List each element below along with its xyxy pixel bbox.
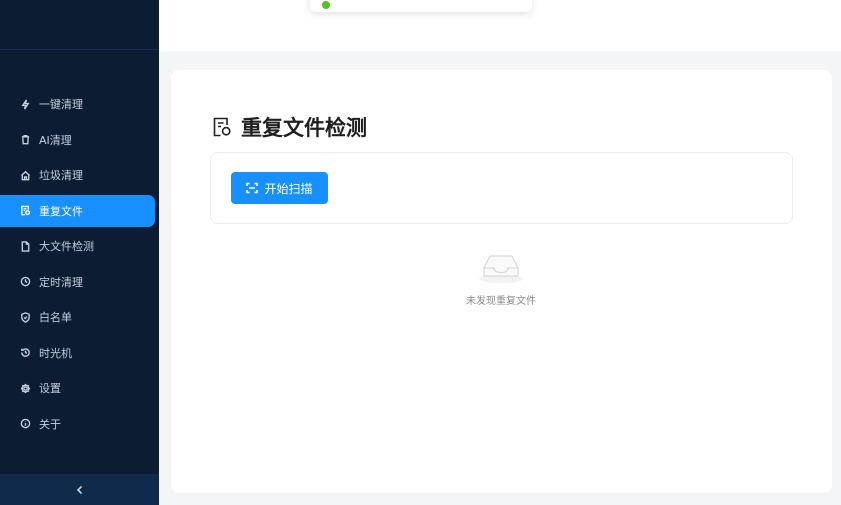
sidebar-item-one-click-clean[interactable]: 一键清理 (0, 88, 155, 120)
sidebar-item-about[interactable]: 关于 (0, 408, 155, 440)
file-icon (19, 240, 31, 252)
sidebar-item-time-machine[interactable]: 时光机 (0, 337, 155, 369)
shield-icon (19, 311, 31, 323)
sidebar: 一键清理 AI清理 垃圾清理 重复文件 大文件检测 定时清理 白名单 时光机 设… (0, 0, 159, 505)
info-icon (19, 418, 31, 430)
trash-icon (19, 134, 31, 146)
scan-icon (246, 182, 259, 194)
status-popover (310, 0, 532, 12)
lightning-icon (19, 98, 31, 110)
empty-state-text: 未发现重复文件 (466, 296, 536, 307)
chevron-left-icon (75, 485, 85, 495)
sidebar-item-whitelist[interactable]: 白名单 (0, 301, 155, 333)
sidebar-item-label: 重复文件 (39, 204, 83, 218)
sidebar-item-label: 设置 (39, 382, 61, 395)
empty-inbox-icon (476, 246, 526, 286)
gear-icon (19, 382, 31, 394)
sidebar-item-duplicate-files[interactable]: 重复文件 (0, 194, 155, 227)
page-title: 重复文件检测 (241, 116, 367, 140)
sidebar-item-label: 时光机 (39, 346, 72, 360)
sidebar-item-settings[interactable]: 设置 (0, 372, 155, 404)
sidebar-nav: 一键清理 AI清理 垃圾清理 重复文件 大文件检测 定时清理 白名单 时光机 设… (0, 88, 159, 443)
sidebar-item-label: 大文件检测 (39, 240, 94, 253)
sidebar-item-ai-clean[interactable]: AI清理 (0, 124, 155, 156)
duplicate-file-icon (211, 116, 233, 138)
sidebar-item-scheduled-clean[interactable]: 定时清理 (0, 266, 155, 298)
sidebar-collapse-button[interactable] (0, 474, 159, 505)
scan-panel: 开始扫描 (210, 152, 793, 224)
sidebar-item-label: 定时清理 (39, 275, 83, 289)
top-bar (159, 0, 841, 51)
sidebar-item-label: 垃圾清理 (39, 169, 83, 182)
history-icon (19, 347, 31, 359)
empty-state: 未发现重复文件 (421, 246, 581, 307)
status-dot (322, 1, 330, 9)
clock-icon (19, 276, 31, 288)
sidebar-item-junk-clean[interactable]: 垃圾清理 (0, 159, 155, 191)
page-header: 重复文件检测 (211, 112, 367, 142)
start-scan-button[interactable]: 开始扫描 (231, 172, 328, 204)
sidebar-item-label: 关于 (39, 417, 61, 431)
sidebar-item-label: 白名单 (39, 311, 72, 324)
sidebar-header (0, 0, 159, 50)
main-card: 重复文件检测 开始扫描 未发现重复文件 (171, 70, 832, 493)
start-scan-label: 开始扫描 (264, 181, 313, 196)
house-icon (19, 169, 31, 181)
sidebar-item-label: AI清理 (39, 133, 72, 147)
sidebar-item-large-files[interactable]: 大文件检测 (0, 230, 155, 262)
duplicate-file-icon (19, 205, 31, 217)
sidebar-item-label: 一键清理 (39, 98, 83, 111)
